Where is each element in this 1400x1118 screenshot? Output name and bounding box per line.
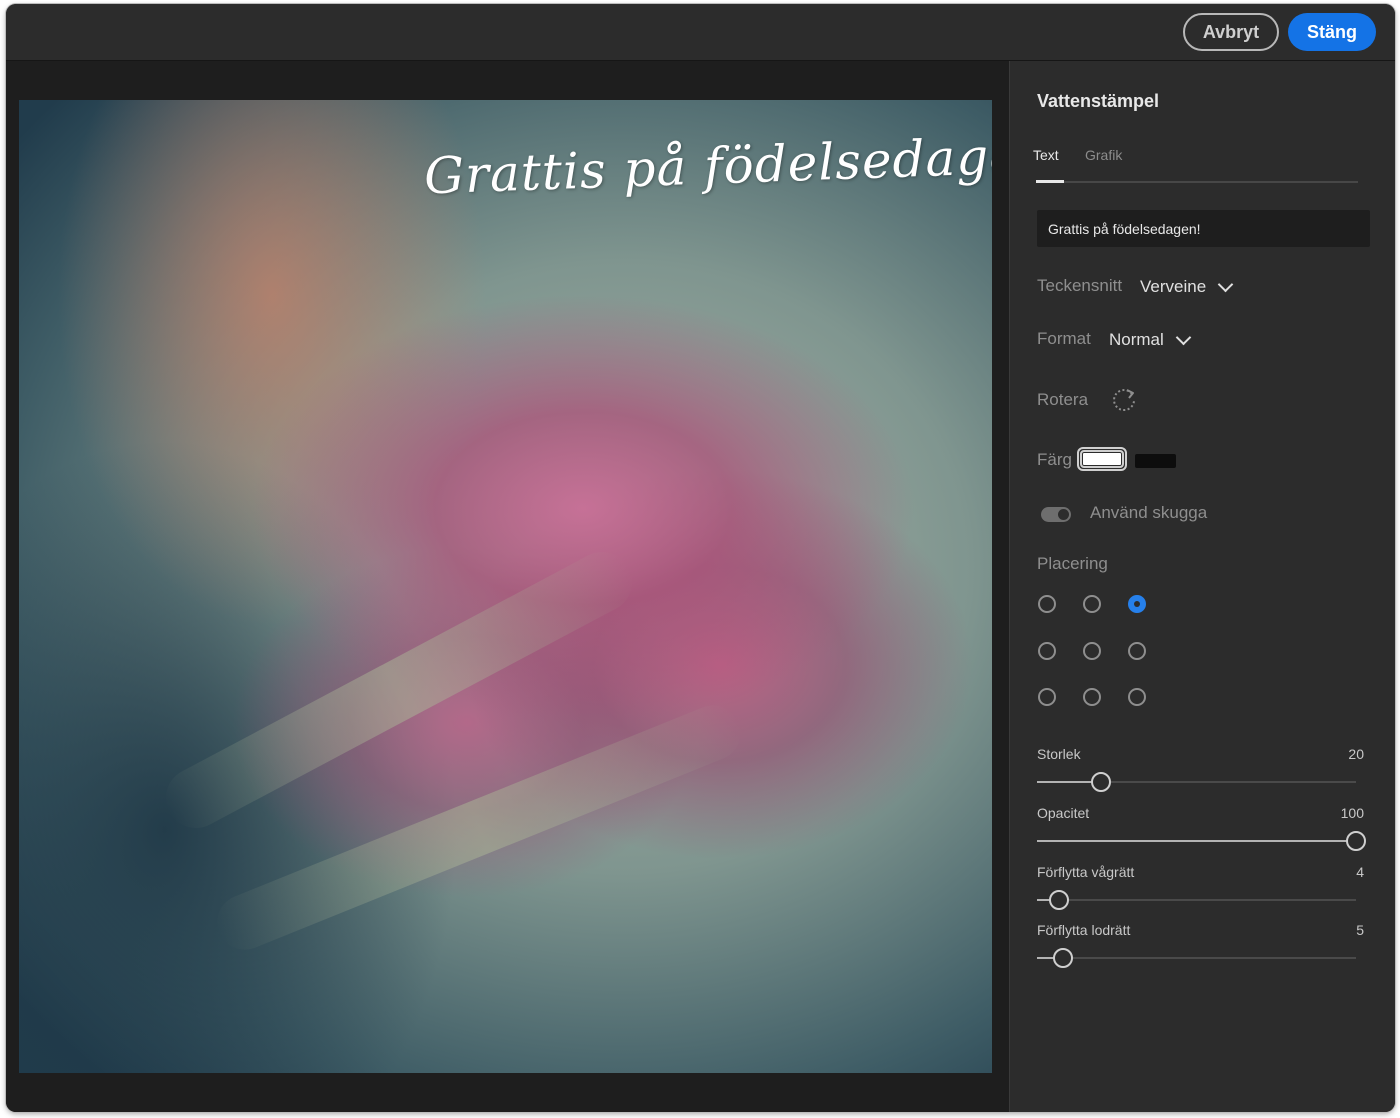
placement-bottom-left[interactable] — [1038, 688, 1056, 706]
placement-bottom-center[interactable] — [1083, 688, 1101, 706]
font-label: Teckensnitt — [1037, 276, 1123, 295]
canvas-area: Grattis på födelsedagen! — [6, 61, 1009, 1112]
opacity-label: Opacitet — [1037, 805, 1090, 821]
toggle-knob — [1058, 509, 1069, 520]
placement-center[interactable] — [1083, 642, 1101, 660]
color-swatch-white[interactable] — [1080, 450, 1124, 468]
slider-thumb[interactable] — [1049, 890, 1070, 910]
font-dropdown[interactable]: Verveine — [1140, 276, 1234, 297]
font-value: Verveine — [1140, 277, 1207, 296]
placement-middle-left[interactable] — [1038, 642, 1056, 660]
opacity-value: 100 — [1340, 805, 1364, 821]
photo-preview: Grattis på födelsedagen! — [19, 100, 992, 1073]
offset-horizontal-label: Förflytta vågrätt — [1037, 864, 1135, 880]
format-label: Format — [1037, 329, 1091, 348]
placement-bottom-right[interactable] — [1128, 688, 1146, 706]
shadow-label: Använd skugga — [1090, 503, 1208, 522]
rotate-label: Rotera — [1037, 390, 1089, 409]
slider-thumb[interactable] — [1346, 831, 1366, 851]
placement-label: Placering — [1037, 554, 1108, 573]
size-label: Storlek — [1037, 746, 1081, 762]
slider-fill — [1037, 840, 1356, 842]
size-value: 20 — [1348, 746, 1364, 762]
placement-top-right[interactable] — [1128, 595, 1146, 613]
placement-middle-right[interactable] — [1128, 642, 1146, 660]
tab-text[interactable]: Text — [1033, 147, 1059, 163]
tab-track — [1036, 181, 1358, 183]
watermark-dialog: Avbryt Stäng Grattis på födelsedagen! Va… — [6, 4, 1395, 1112]
tab-grafik[interactable]: Grafik — [1085, 147, 1122, 163]
format-value: Normal — [1109, 330, 1164, 349]
chevron-down-icon — [1217, 276, 1234, 293]
close-button[interactable]: Stäng — [1288, 13, 1376, 51]
top-bar: Avbryt Stäng — [6, 4, 1395, 61]
active-tab-indicator — [1036, 180, 1064, 183]
color-label: Färg — [1037, 450, 1072, 469]
shadow-toggle[interactable] — [1041, 507, 1071, 522]
color-swatch-black[interactable] — [1135, 454, 1176, 468]
placement-top-center[interactable] — [1083, 595, 1101, 613]
opacity-slider[interactable] — [1037, 831, 1366, 851]
size-slider[interactable] — [1037, 772, 1356, 792]
chevron-down-icon — [1175, 329, 1192, 346]
offset-vertical-value: 5 — [1356, 922, 1364, 938]
watermark-text-field[interactable]: Grattis på födelsedagen! — [1037, 210, 1370, 247]
slider-thumb[interactable] — [1090, 772, 1111, 792]
offset-vertical-slider[interactable] — [1037, 948, 1356, 968]
format-dropdown[interactable]: Normal — [1109, 329, 1192, 350]
offset-vertical-label: Förflytta lodrätt — [1037, 922, 1131, 938]
panel-title: Vattenstämpel — [1037, 91, 1160, 111]
rotate-icon[interactable] — [1110, 386, 1138, 414]
cancel-button[interactable]: Avbryt — [1183, 13, 1279, 51]
settings-panel: Vattenstämpel Text Grafik Grattis på föd… — [1009, 61, 1395, 1112]
watermark-preview-text[interactable]: Grattis på födelsedagen! — [423, 125, 992, 206]
slider-thumb[interactable] — [1052, 948, 1073, 968]
offset-horizontal-value: 4 — [1356, 864, 1364, 880]
placement-top-left[interactable] — [1038, 595, 1056, 613]
offset-horizontal-slider[interactable] — [1037, 890, 1356, 910]
